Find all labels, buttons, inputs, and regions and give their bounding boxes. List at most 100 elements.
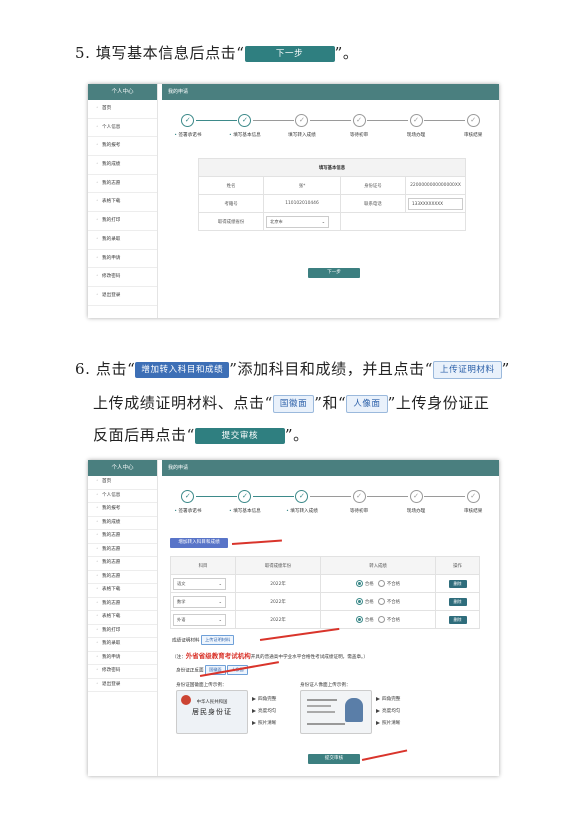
check-label: 亮度均匀 [258, 709, 277, 714]
pass-radio[interactable] [355, 616, 363, 623]
upload-material-button[interactable]: 上传证明材料 [201, 635, 235, 645]
step-item: ✓ 填写基本信息 [215, 490, 275, 514]
step6-text-2c: ”上传身份证正 [387, 394, 490, 412]
sidebar-item[interactable]: ◦ 我的打印 [88, 212, 157, 231]
pass-radio[interactable] [355, 598, 363, 605]
fail-radio[interactable] [377, 580, 385, 587]
card-title2: 居民身份证 [192, 708, 232, 716]
subject-value: 语文 [177, 580, 186, 586]
sidebar-item[interactable]: ◦ 我的志愿 [88, 557, 157, 571]
sidebar-item[interactable]: ◦ 个人信息 [88, 490, 157, 503]
sidebar-item[interactable]: ◦ 我的报考 [88, 503, 157, 517]
delete-button[interactable]: 删除 [448, 597, 467, 606]
phone-input[interactable]: 133XXXXXXXX [408, 197, 463, 210]
sidebar-item-label: 我的志愿 [102, 560, 121, 565]
pass-label: 合格 [364, 582, 374, 587]
sidebar-item-label: 我的志愿 [102, 533, 121, 538]
main-panel: 我的申请 ✓签署承诺书✓填写基本信息✓填写转入成绩✓等待初审✓现场办理✓审核结果… [162, 84, 499, 318]
check-circle-icon: ✓ [352, 490, 366, 503]
step-label: 审核结果 [463, 509, 483, 514]
check-circle-icon: ✓ [409, 490, 423, 503]
sidebar-item[interactable]: ◦ 首页 [88, 100, 157, 119]
sidebar-item[interactable]: ◦ 我的志愿 [88, 571, 157, 584]
step5-instruction: 5. 填写基本信息后点击“ 下一步”。 [75, 36, 358, 71]
submit-button[interactable]: 提交审核 [308, 754, 360, 764]
subject-select[interactable]: 语文 ⌄ [173, 577, 226, 590]
check-list: 四角完整 亮度均匀 照片清晰 [252, 694, 276, 730]
submit-button-image: 提交审核 [194, 428, 285, 444]
sidebar-item-label: 我的申请 [102, 255, 121, 261]
col-action: 操作 [435, 556, 480, 575]
add-subject-button[interactable]: 增加转入科目和成绩 [170, 538, 228, 548]
sidebar: 个人中心 ◦ 首页 ◦ 个人信息 ◦ 我的报考 ◦ 我的成绩 ◦ 我的志愿 ◦ 我的志愿 ◦ 我的志愿 ◦ 我… [88, 460, 158, 776]
step-label: 现场办理 [406, 133, 426, 138]
sidebar-item-label: 表格下载 [102, 614, 121, 619]
sidebar-item[interactable]: ◦ 我的成绩 [88, 517, 157, 530]
delete-button[interactable]: 删除 [448, 579, 467, 588]
sidebar-item-label: 表格下载 [102, 199, 121, 205]
sidebar-item-label: 表格下载 [102, 587, 121, 592]
col-subject: 科目 [170, 556, 236, 575]
check-item: 亮度均匀 [376, 706, 400, 718]
sidebar-item[interactable]: ◦ 退出登录 [88, 287, 157, 306]
step-label: 等待初审 [349, 133, 369, 138]
sidebar-item[interactable]: ◦ 我的志愿 [88, 598, 157, 611]
sidebar-item[interactable]: ◦ 修改密码 [88, 665, 157, 679]
region-select[interactable]: 北京市 ⌄ [266, 215, 330, 228]
sidebar-item-label: 个人信息 [102, 124, 121, 130]
sidebar-item[interactable]: ◦ 我的成绩 [88, 156, 157, 175]
exam-no-value: 110102010446 [263, 194, 341, 213]
sidebar-item-label: 我的打印 [102, 627, 121, 633]
sidebar-item[interactable]: ◦ 我的志愿 [88, 544, 157, 557]
fail-label: 不合格 [386, 582, 401, 587]
check-label: 照片清晰 [382, 721, 401, 726]
fail-radio[interactable] [377, 598, 385, 605]
play-icon [252, 696, 256, 701]
sidebar-item-label: 我的打印 [102, 218, 121, 224]
subject-select[interactable]: 外语 ⌄ [173, 613, 226, 626]
sidebar-item-label: 我的志愿 [102, 180, 121, 186]
emblem-button-image: 国徽面 [272, 395, 315, 413]
sidebar-item[interactable]: ◦ 退出登录 [88, 679, 157, 692]
sidebar-item[interactable]: ◦ 修改密码 [88, 268, 157, 287]
red-arrow [361, 749, 408, 761]
sidebar-title: 个人中心 [88, 84, 157, 100]
sidebar-item[interactable]: ◦ 表格下载 [88, 193, 157, 213]
sidebar-item[interactable]: ◦ 我的志愿 [88, 530, 157, 544]
chevron-down-icon: ⌄ [218, 580, 222, 586]
sidebar-item[interactable]: ◦ 我的志愿 [88, 175, 157, 194]
subject-select[interactable]: 数学 ⌄ [173, 595, 226, 608]
step-item: ✓ 填写转入成绩 [272, 114, 332, 138]
sidebar-item[interactable]: ◦ 我的打印 [88, 625, 157, 638]
sidebar-item[interactable]: ◦ 首页 [88, 476, 157, 490]
sidebar-item[interactable]: ◦ 我的申请 [88, 250, 157, 269]
chevron-down-icon: ⌄ [218, 598, 222, 604]
sidebar-item-label: 我的申请 [102, 654, 121, 660]
sidebar-item[interactable]: ◦ 我的录取 [88, 638, 157, 652]
step-label: 填写转入成绩 [272, 508, 332, 514]
sidebar-item[interactable]: ◦ 表格下载 [88, 611, 157, 625]
step6-line2: 上传成绩证明材料、点击“ 国徽面 ”和“ 人像面 ”上传身份证正 [93, 386, 490, 421]
step-label: 现场办理 [406, 509, 426, 514]
step-label: 等待初审 [349, 509, 369, 514]
pass-label: 合格 [364, 600, 374, 605]
note-prefix: （注： [172, 655, 186, 660]
subject-value: 外语 [177, 616, 186, 622]
fail-radio[interactable] [377, 616, 385, 623]
step5-text-before: 5. 填写基本信息后点击“ [75, 44, 245, 62]
sidebar-item[interactable]: ◦ 我的报考 [88, 137, 157, 157]
sidebar-item[interactable]: ◦ 我的录取 [88, 231, 157, 250]
sidebar-item[interactable]: ◦ 个人信息 [88, 119, 157, 138]
id-card-label: 身份证正反面 [176, 668, 204, 674]
sidebar-item[interactable]: ◦ 表格下载 [88, 584, 157, 598]
screenshot-basic-info: 个人中心 ◦ 首页 ◦ 个人信息 ◦ 我的报考 ◦ 我的成绩 ◦ 我的志愿 ◦ 表格下载 ◦ 我的打印 ◦ 我… [88, 84, 499, 318]
next-button[interactable]: 下一步 [308, 268, 360, 278]
delete-button[interactable]: 删除 [448, 615, 467, 624]
table-row: 数学 ⌄ 2022年 合格 不合格 删除 [170, 592, 480, 611]
note-suffix: 开具的普通高中学业水平合格性考试成绩证明，需盖章。） [250, 655, 368, 660]
sidebar-item[interactable]: ◦ 我的申请 [88, 652, 157, 665]
id-label: 身份证号 [339, 176, 407, 195]
pass-radio[interactable] [355, 580, 363, 587]
chevron-down-icon: ⌄ [321, 218, 326, 224]
next-button-image: 下一步 [244, 46, 335, 62]
